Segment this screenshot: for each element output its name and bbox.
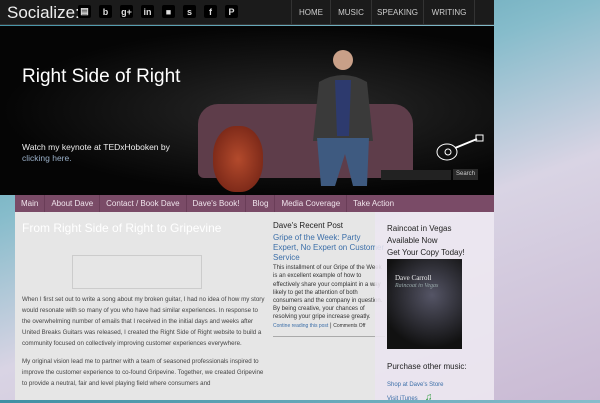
album-cover[interactable]: Dave Carroll Raincoat in Vegas [387,259,462,349]
nav-take-action[interactable]: Take Action [347,195,400,212]
hero-banner: Right Side of Right Watch my keynote at … [0,26,494,195]
post-body: When I first set out to write a song abo… [22,294,267,396]
nav-blog[interactable]: Blog [246,195,276,212]
continue-link[interactable]: Contine reading this post [273,323,328,329]
divider [273,335,385,337]
recent-heading: Dave's Recent Post [273,221,344,230]
guitar-image [213,126,263,192]
youtube-icon[interactable]: ▤ [78,5,91,18]
itunes-link[interactable]: Visit iTunes [387,396,418,402]
top-bar: Socialize: ▤ b g+ in ■ s f P HOME MUSIC … [0,0,494,25]
recent-excerpt: This installment of our Gripe of the Wee… [273,265,383,321]
comments-status: Comments Off [333,322,366,329]
video-embed[interactable] [72,255,202,289]
album-artist: Dave Carroll [395,274,432,282]
blogger-icon[interactable]: b [99,5,112,18]
social-icons: ▤ b g+ in ■ s f P [78,5,238,18]
store-link[interactable]: Shop at Dave's Store [387,382,444,388]
nav-writing[interactable]: WRITING [423,0,475,25]
recent-post-title[interactable]: Gripe of the Week: Party Expert, No Expe… [273,233,385,263]
socialize-label: Socialize: [7,3,80,22]
nav-daves-book[interactable]: Dave's Book! [187,195,247,212]
album-line-3: Get Your Copy Today! [387,248,465,257]
nav-speaking[interactable]: SPEAKING [371,0,423,25]
search-button[interactable]: Search [453,169,478,180]
keynote-text: Watch my keynote at TEDxHoboken by click… [22,142,170,164]
album-title: Raincoat in Vegas [395,283,439,289]
guitar-logo-icon [435,134,485,170]
nav-media-coverage[interactable]: Media Coverage [275,195,348,212]
paragraph: My original vision lead me to partner wi… [22,358,264,387]
pinterest-icon[interactable]: P [225,5,238,18]
site-title: Right Side of Right [22,66,181,87]
facebook-icon[interactable]: f [204,5,217,18]
nav-contact[interactable]: Contact / Book Dave [100,195,187,212]
paragraph: When I first set out to write a song abo… [22,296,265,347]
nav-home[interactable]: HOME [291,0,330,25]
main-content: From Right Side of Right to Gripevine Wh… [15,212,385,400]
myspace-icon[interactable]: ■ [162,5,175,18]
itunes-icon[interactable]: ♫ [425,392,433,403]
nav-music[interactable]: MUSIC [330,0,371,25]
purchase-heading: Purchase other music: [387,362,467,371]
recent-post-widget: Dave's Recent Post Gripe of the Week: Pa… [273,221,385,337]
post-title[interactable]: From Right Side of Right to Gripevine [22,221,221,235]
google-plus-icon[interactable]: g+ [120,5,133,18]
album-line-1: Raincoat in Vegas [387,224,452,233]
nav-about-dave[interactable]: About Dave [45,195,101,212]
linkedin-icon[interactable]: in [141,5,154,18]
album-line-2: Available Now [387,236,438,245]
main-nav: Main About Dave Contact / Book Dave Dave… [15,195,494,212]
keynote-link[interactable]: clicking here. [22,153,72,163]
sidebar: Raincoat in Vegas Available Now Get Your… [375,212,494,403]
stumbleupon-icon[interactable]: s [183,5,196,18]
nav-main[interactable]: Main [15,195,46,212]
top-nav: HOME MUSIC SPEAKING WRITING [291,0,475,25]
keynote-label: Watch my keynote at TEDxHoboken by [22,142,170,152]
person-image [313,50,373,186]
search-input[interactable] [381,170,451,180]
